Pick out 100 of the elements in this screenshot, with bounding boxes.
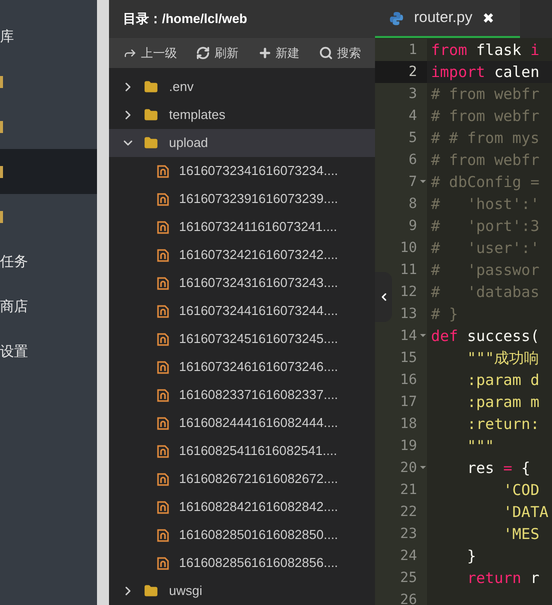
file-item[interactable]: 16160732341616073234....: [109, 157, 375, 185]
file-icon: [157, 528, 169, 542]
file-icon: [157, 556, 169, 570]
code-text: 'DATA: [502, 502, 548, 523]
toolbar-button[interactable]: 刷新: [196, 44, 238, 62]
file-icon: [157, 388, 169, 402]
code-text: res = {: [466, 458, 530, 479]
line-number: 18: [375, 413, 427, 435]
file-icon: [157, 472, 169, 486]
line-number: 2: [375, 61, 427, 83]
menu-icon-fragment: [0, 210, 3, 222]
collapse-button[interactable]: [375, 272, 392, 322]
code-text: # 'passwor: [431, 260, 540, 281]
code-text: # 'host':': [431, 194, 540, 215]
line-number: 26: [375, 589, 427, 605]
file-icon: [157, 276, 169, 290]
menu-icon-fragment: [0, 166, 3, 178]
code-text: # from webfr: [431, 150, 540, 171]
file-icon: [157, 304, 169, 318]
line-number: 10: [375, 237, 427, 259]
line-number: 15: [375, 347, 427, 369]
toolbar-button[interactable]: 新建: [258, 44, 300, 62]
fold-arrow-icon[interactable]: [420, 334, 426, 337]
file-item[interactable]: 16160828421616082842....: [109, 493, 375, 521]
code-text: from flask i: [431, 40, 540, 61]
python-logo-icon: [389, 10, 404, 26]
line-number: 24: [375, 545, 427, 567]
line-number: 4: [375, 105, 427, 127]
file-item[interactable]: 16160732451616073245....: [109, 325, 375, 353]
file-icon: [157, 500, 169, 514]
line-number: 8: [375, 193, 427, 215]
code-text: }: [466, 546, 476, 567]
line-number: 20: [375, 457, 427, 479]
code-text: # }: [431, 304, 458, 325]
code-text: def success(: [431, 326, 540, 347]
code-text: # 'databas: [431, 282, 540, 303]
file-item[interactable]: 16160732431616073243....: [109, 269, 375, 297]
file-icon: [157, 220, 169, 234]
code-text: return r: [466, 568, 540, 589]
file-icon: [157, 332, 169, 346]
line-number: 6: [375, 149, 427, 171]
line-number: 22: [375, 501, 427, 523]
code-text: # 'user':': [431, 238, 540, 259]
menu-icon-fragment: [0, 76, 3, 88]
code-text: import calen: [431, 62, 540, 83]
code-text: """: [466, 436, 494, 457]
file-item[interactable]: 16160824441616082444....: [109, 409, 375, 437]
line-number: 5: [375, 127, 427, 149]
code-text: 'MES: [502, 524, 540, 545]
toolbar-button[interactable]: 搜索: [318, 44, 361, 62]
folder-item[interactable]: upload: [109, 129, 375, 157]
folder-icon: [143, 584, 159, 598]
code-text: :param m: [466, 392, 540, 413]
editor-tab[interactable]: router.py ✖: [375, 0, 520, 38]
line-number: 16: [375, 369, 427, 391]
line-number: 25: [375, 567, 427, 589]
file-item[interactable]: 16160826721616082672....: [109, 465, 375, 493]
code-text: # 'port':3: [431, 216, 540, 237]
code-text: :return:: [466, 414, 540, 435]
line-number: 23: [375, 523, 427, 545]
fold-arrow-icon[interactable]: [420, 180, 426, 183]
code-text: """成功响: [466, 348, 540, 369]
folder-item[interactable]: .env: [109, 73, 375, 101]
folder-icon: [143, 108, 159, 122]
file-item[interactable]: 16160732411616073241....: [109, 213, 375, 241]
file-item[interactable]: 16160825411616082541....: [109, 437, 375, 465]
line-number: 19: [375, 435, 427, 457]
line-number: 3: [375, 83, 427, 105]
file-item[interactable]: 16160732421616073242....: [109, 241, 375, 269]
fold-arrow-icon[interactable]: [420, 466, 426, 469]
plus-icon: [258, 46, 272, 60]
file-item[interactable]: 16160732441616073244....: [109, 297, 375, 325]
line-number: 21: [375, 479, 427, 501]
file-icon: [157, 416, 169, 430]
file-item[interactable]: 16160828561616082856....: [109, 549, 375, 577]
folder-item[interactable]: uwsgi: [109, 577, 375, 605]
file-icon: [157, 164, 169, 178]
code-text: # dbConfig =: [431, 172, 540, 193]
code-text: :param d: [466, 370, 540, 391]
search-icon: [318, 46, 333, 60]
close-button[interactable]: ✖: [482, 8, 494, 28]
code-text: # from webfr: [431, 84, 540, 105]
file-item[interactable]: 16160823371616082337....: [109, 381, 375, 409]
line-number: 17: [375, 391, 427, 413]
panel-header: 目录：/home/lcl/web: [109, 0, 375, 38]
folder-item[interactable]: templates: [109, 101, 375, 129]
folder-icon: [143, 80, 159, 94]
menu-icon-fragment: [0, 120, 3, 132]
file-icon: [157, 192, 169, 206]
line-number: 1: [375, 39, 427, 61]
line-number: 14: [375, 325, 427, 347]
toolbar-button[interactable]: 上一级: [123, 44, 177, 62]
folder-icon: [143, 136, 159, 150]
code-text: # # from mys: [431, 128, 540, 149]
file-item[interactable]: 16160732391616073239....: [109, 185, 375, 213]
line-number: 9: [375, 215, 427, 237]
line-number: 7: [375, 171, 427, 193]
file-item[interactable]: 16160828501616082850....: [109, 521, 375, 549]
file-icon: [157, 248, 169, 262]
file-item[interactable]: 16160732461616073246....: [109, 353, 375, 381]
